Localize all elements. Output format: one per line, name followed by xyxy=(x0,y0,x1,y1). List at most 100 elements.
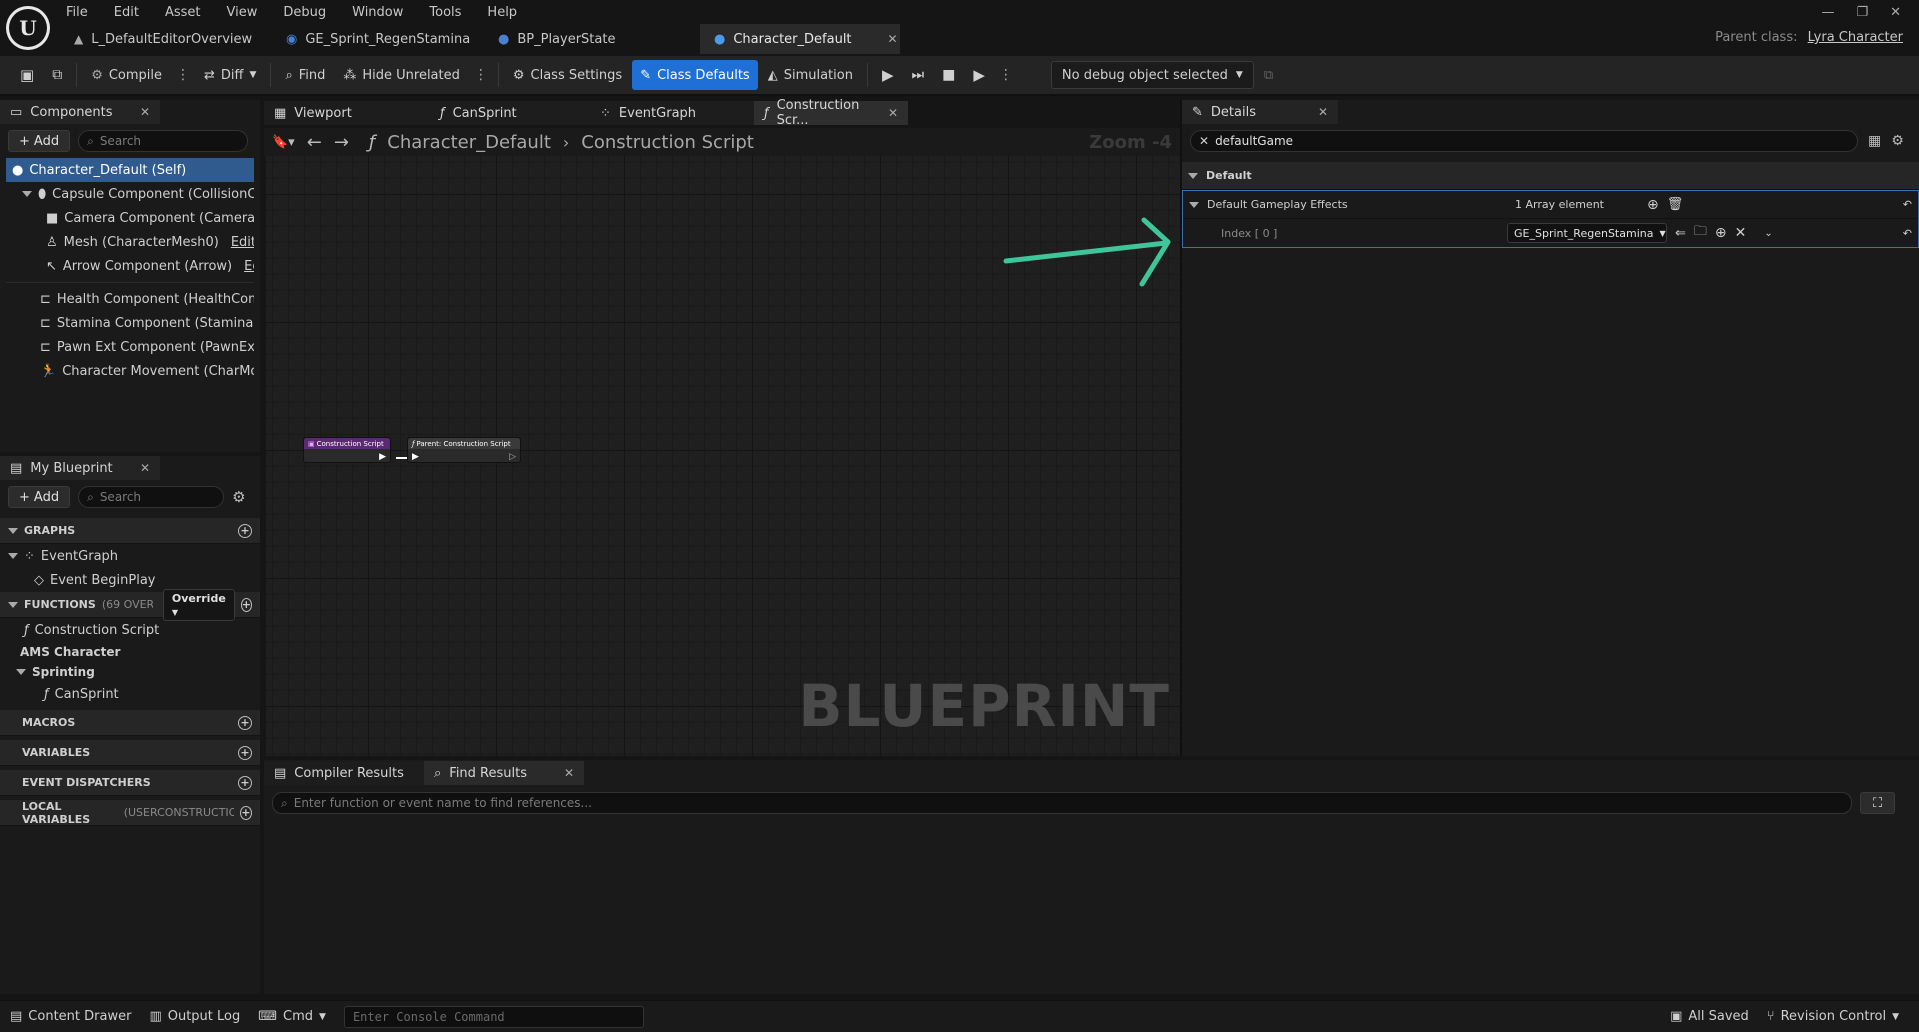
local-variables-section-header[interactable]: LOCAL VARIABLES (USERCONSTRUCTIONSCRIPT)… xyxy=(0,800,260,826)
expand-arrow-icon[interactable] xyxy=(1189,201,1199,208)
content-drawer-button[interactable]: ▤ Content Drawer xyxy=(10,1009,131,1024)
restore-icon[interactable]: ❐ xyxy=(1856,5,1868,20)
console-command-input[interactable]: Enter Console Command xyxy=(343,1005,644,1028)
menu-file[interactable]: File xyxy=(66,5,88,20)
category-header[interactable]: Default xyxy=(1182,162,1919,190)
trash-icon[interactable]: 🗑 xyxy=(1667,197,1684,212)
forward-arrow-icon[interactable]: → xyxy=(334,132,349,153)
close-window-icon[interactable]: ✕ xyxy=(1890,5,1901,20)
edit-link[interactable]: Edit in xyxy=(231,235,254,250)
clear-search-icon[interactable]: ✕ xyxy=(1199,134,1209,148)
reset-to-default-icon[interactable]: ↶ xyxy=(1903,227,1912,240)
add-component-button[interactable]: + Add xyxy=(8,130,71,152)
my-blueprint-search-input[interactable]: ⌕ Search xyxy=(78,486,225,508)
tree-item-capsule[interactable]: ⬮ Capsule Component (CollisionCylinder) xyxy=(6,182,254,206)
find-global-button[interactable]: ⛶ xyxy=(1860,792,1896,814)
doc-tab-gameplay-effect[interactable]: ◉ GE_Sprint_RegenStamina xyxy=(272,24,484,54)
table-view-icon[interactable]: ▦ xyxy=(1868,133,1881,149)
sprinting-category[interactable]: Sprinting xyxy=(0,662,260,682)
dispatchers-section-header[interactable]: EVENT DISPATCHERS + xyxy=(0,770,260,796)
find-button[interactable]: ⌕ Find xyxy=(277,60,333,90)
chevron-down-icon[interactable]: ⌄ xyxy=(1764,228,1772,239)
tree-item-mesh[interactable]: ♙ Mesh (CharacterMesh0) Edit in xyxy=(6,230,254,254)
browse-button[interactable]: ⧉ xyxy=(44,60,70,90)
add-member-button[interactable]: + Add xyxy=(8,486,71,508)
gear-icon[interactable]: ⚙ xyxy=(232,488,245,506)
add-macro-icon[interactable]: + xyxy=(238,715,252,730)
play-menu-icon[interactable]: ⋮ xyxy=(995,67,1017,83)
tree-item-stamina[interactable]: ⊏ Stamina Component (StaminaComponent) xyxy=(6,311,254,335)
close-icon[interactable]: ✕ xyxy=(140,105,150,119)
bookmark-icon[interactable]: 🔖▾ xyxy=(272,135,295,150)
close-icon[interactable]: ✕ xyxy=(1318,105,1328,119)
cmd-dropdown[interactable]: ⌨ Cmd ▼ xyxy=(258,1009,326,1024)
play-options-button[interactable]: ▶ xyxy=(965,60,993,90)
can-sprint-item[interactable]: ƒ CanSprint xyxy=(0,682,260,706)
menu-window[interactable]: Window xyxy=(352,5,403,20)
menu-debug[interactable]: Debug xyxy=(283,5,326,20)
diff-button[interactable]: ⇄ Diff ▼ xyxy=(196,60,264,90)
add-variable-icon[interactable]: + xyxy=(238,745,252,760)
simulation-button[interactable]: ◭ Simulation xyxy=(760,60,861,90)
exec-pin-out-icon[interactable]: ▷ xyxy=(509,452,516,462)
tree-item-health[interactable]: ⊏ Health Component (HealthComponent) xyxy=(6,287,254,311)
breadcrumb-root[interactable]: Character_Default xyxy=(387,132,551,153)
play-button[interactable]: ▶ xyxy=(874,60,902,90)
minimize-icon[interactable]: — xyxy=(1821,5,1834,20)
tree-item-self[interactable]: ● Character_Default (Self) xyxy=(6,158,254,182)
components-search-input[interactable]: ⌕ Search xyxy=(78,130,249,152)
macros-section-header[interactable]: MACROS + xyxy=(0,710,260,736)
doc-tab-player-state[interactable]: ● BP_PlayerState xyxy=(484,24,700,54)
ams-character-category[interactable]: AMS Character xyxy=(0,642,260,662)
menu-view[interactable]: View xyxy=(227,5,258,20)
step-button[interactable]: ⏭ xyxy=(904,60,933,90)
tab-viewport[interactable]: ▦ Viewport xyxy=(264,101,430,125)
tab-construction-script[interactable]: ƒ Construction Scr... ✕ xyxy=(754,98,908,128)
exec-pin-in-icon[interactable]: ▶ xyxy=(412,452,419,462)
menu-edit[interactable]: Edit xyxy=(114,5,139,20)
add-function-icon[interactable]: + xyxy=(240,597,252,612)
parent-class-link[interactable]: Lyra Character xyxy=(1808,30,1903,45)
tree-item-movement[interactable]: 🏃 Character Movement (CharMoveComp) xyxy=(6,359,254,383)
override-dropdown[interactable]: Override ▼ xyxy=(162,588,235,621)
add-dispatcher-icon[interactable]: + xyxy=(238,775,252,790)
compile-options-icon[interactable]: ⋮ xyxy=(172,67,194,83)
debug-object-select[interactable]: No debug object selected ▼ xyxy=(1050,61,1254,89)
my-blueprint-tab[interactable]: ▤ My Blueprint ✕ xyxy=(0,456,160,480)
tab-can-sprint[interactable]: ƒ CanSprint xyxy=(430,101,590,125)
reset-to-default-icon[interactable]: ↶ xyxy=(1903,198,1912,211)
gameplay-effect-dropdown[interactable]: GE_Sprint_RegenStamina ▼ xyxy=(1507,223,1667,243)
tree-item-pawn-ext[interactable]: ⊏ Pawn Ext Component (PawnExtensionCompo… xyxy=(6,335,254,359)
save-button[interactable]: ▣ xyxy=(12,60,42,90)
details-search-input[interactable]: ✕ defaultGame xyxy=(1190,130,1858,152)
gear-icon[interactable]: ⚙ xyxy=(1891,133,1904,149)
use-selected-icon[interactable]: ⇐ xyxy=(1675,226,1686,241)
tab-event-graph[interactable]: ⁘ EventGraph xyxy=(590,101,754,125)
node-parent-construction-script[interactable]: ƒ Parent: Construction Script ▶ ▷ xyxy=(407,437,521,463)
construction-script-item[interactable]: ƒ Construction Script xyxy=(0,618,260,642)
tree-item-camera[interactable]: ■ Camera Component (CameraComponent) xyxy=(6,206,254,230)
tree-item-arrow[interactable]: ↖ Arrow Component (Arrow) Edit i xyxy=(6,254,254,278)
close-icon[interactable]: ✕ xyxy=(564,766,574,780)
node-construction-script[interactable]: ▣ Construction Script ▶ xyxy=(303,437,391,463)
menu-tools[interactable]: Tools xyxy=(429,5,461,20)
insert-element-icon[interactable]: ⊕ xyxy=(1715,225,1727,241)
graphs-section-header[interactable]: GRAPHS + xyxy=(0,518,260,544)
menu-help[interactable]: Help xyxy=(487,5,517,20)
doc-tab-level[interactable]: ▲ L_DefaultEditorOverview xyxy=(60,24,272,54)
tab-compiler-results[interactable]: ▤ Compiler Results xyxy=(264,761,424,785)
output-log-button[interactable]: ▥ Output Log xyxy=(149,1009,240,1024)
hide-unrelated-button[interactable]: ⁂ Hide Unrelated xyxy=(335,60,468,90)
add-graph-icon[interactable]: + xyxy=(238,523,252,538)
variables-section-header[interactable]: VARIABLES + xyxy=(0,740,260,766)
unreal-logo-icon[interactable]: U xyxy=(6,6,50,50)
add-local-variable-icon[interactable]: + xyxy=(239,805,252,820)
tab-find-results[interactable]: ⌕ Find Results ✕ xyxy=(424,761,584,785)
functions-section-header[interactable]: FUNCTIONS (69 OVERRIDABLE) Override ▼ + xyxy=(0,588,260,621)
all-saved-button[interactable]: ▣ All Saved xyxy=(1670,1009,1749,1024)
class-defaults-button[interactable]: ✎ Class Defaults xyxy=(632,60,758,90)
components-tab[interactable]: ▭ Components ✕ xyxy=(0,100,160,124)
menu-asset[interactable]: Asset xyxy=(165,5,201,20)
close-icon[interactable]: ✕ xyxy=(888,106,898,120)
close-icon[interactable]: ✕ xyxy=(140,461,150,475)
